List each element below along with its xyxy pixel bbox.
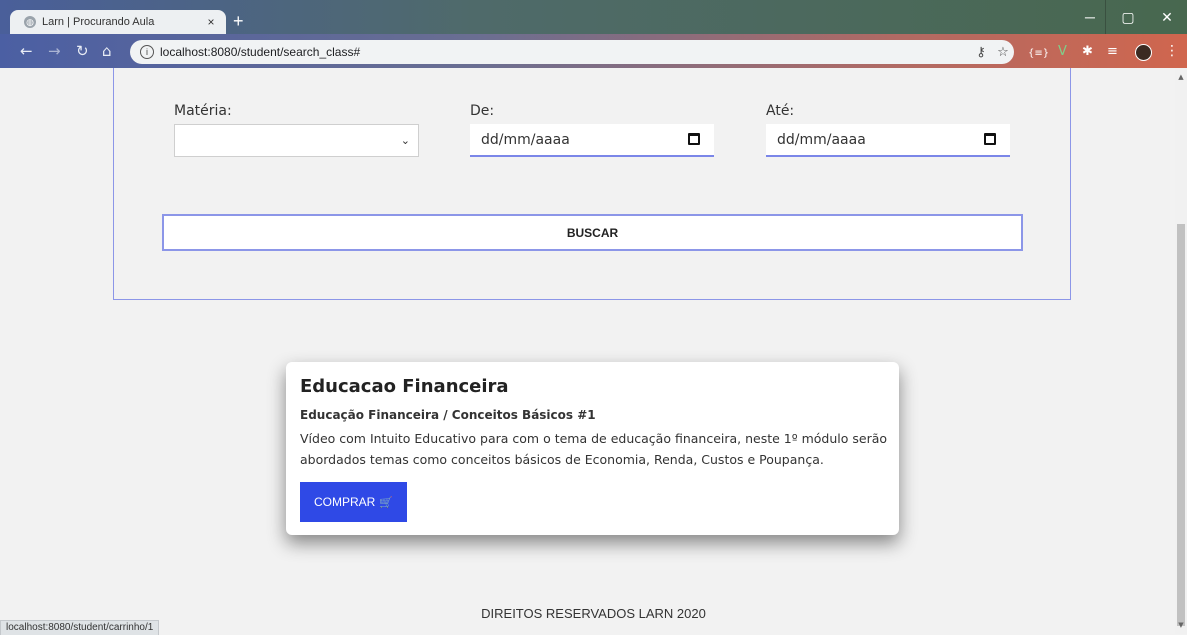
page-content: Matéria: De: Até: ⌄ dd/mm/aaaa dd/mm/aaa… <box>0 68 1175 634</box>
materia-label: Matéria: <box>174 103 232 119</box>
new-tab-button[interactable]: + <box>233 12 244 30</box>
browser-tab[interactable]: ◍ Larn | Procurando Aula × <box>10 10 226 34</box>
back-icon[interactable]: ← <box>20 42 33 60</box>
tab-title: Larn | Procurando Aula <box>42 16 155 28</box>
scrollbar-thumb[interactable] <box>1177 224 1185 626</box>
url-text[interactable]: localhost:8080/student/search_class# <box>160 45 970 59</box>
class-card: Educacao Financeira Educação Financeira … <box>286 362 899 535</box>
scroll-down-icon[interactable]: ▼ <box>1177 620 1185 630</box>
reading-list-icon[interactable]: ≡ <box>1107 44 1118 60</box>
browser-menu-icon[interactable]: ⋮ <box>1165 43 1179 59</box>
home-icon[interactable]: ⌂ <box>102 42 112 60</box>
scrollbar[interactable]: ▲ ▼ <box>1175 68 1187 634</box>
cart-icon: 🛒 <box>379 496 394 509</box>
date-from-input[interactable]: dd/mm/aaaa <box>470 124 714 157</box>
class-subtitle: Educação Financeira / Conceitos Básicos … <box>300 408 596 422</box>
scroll-up-icon[interactable]: ▲ <box>1177 72 1185 82</box>
class-title: Educacao Financeira <box>300 376 509 397</box>
extension-v-icon[interactable]: V <box>1058 44 1067 60</box>
reload-icon[interactable]: ↻ <box>76 42 89 60</box>
calendar-icon[interactable] <box>688 133 700 145</box>
de-label: De: <box>470 103 495 119</box>
buy-button-label: COMPRAR <box>313 495 376 509</box>
tab-bar: ◍ Larn | Procurando Aula × + ─ ▢ ✕ <box>0 0 1187 34</box>
maximize-button[interactable]: ▢ <box>1111 0 1145 34</box>
forward-icon[interactable]: → <box>48 42 61 60</box>
search-panel <box>113 68 1071 300</box>
site-info-icon[interactable]: i <box>140 45 154 59</box>
ate-label: Até: <box>766 103 795 119</box>
address-bar[interactable]: i localhost:8080/student/search_class# ⚷… <box>130 40 1014 64</box>
date-to-input[interactable]: dd/mm/aaaa <box>766 124 1010 157</box>
date-from-placeholder: dd/mm/aaaa <box>481 132 570 148</box>
status-bar-url: localhost:8080/student/carrinho/1 <box>0 620 160 635</box>
key-icon[interactable]: ⚷ <box>970 45 992 60</box>
buy-button[interactable]: COMPRAR 🛒 <box>300 482 407 522</box>
close-window-button[interactable]: ✕ <box>1150 0 1184 34</box>
search-button[interactable]: BUSCAR <box>162 214 1023 251</box>
calendar-icon[interactable] <box>984 133 996 145</box>
globe-icon: ◍ <box>24 16 36 28</box>
extensions-puzzle-icon[interactable]: ✱ <box>1082 44 1093 60</box>
profile-avatar[interactable] <box>1135 44 1152 61</box>
minimize-button[interactable]: ─ <box>1073 0 1107 34</box>
materia-select[interactable]: ⌄ <box>174 124 419 157</box>
bookmark-star-icon[interactable]: ☆ <box>992 45 1014 60</box>
tab-close-icon[interactable]: × <box>204 15 218 29</box>
class-description: Vídeo com Intuito Educativo para com o t… <box>300 431 888 467</box>
footer-text: DIREITOS RESERVADOS LARN 2020 <box>481 606 706 621</box>
chevron-down-icon: ⌄ <box>400 134 410 147</box>
extension-braces-icon[interactable]: {≡} <box>1028 46 1049 62</box>
date-to-placeholder: dd/mm/aaaa <box>777 132 866 148</box>
